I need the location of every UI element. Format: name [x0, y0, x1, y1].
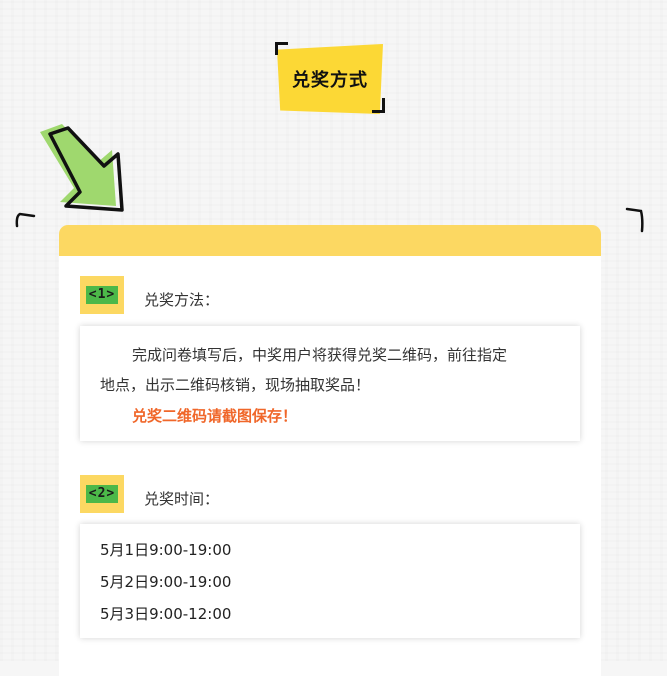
section-label-method: 兑奖方法：: [144, 291, 220, 309]
section-label-time: 兑奖时间：: [144, 490, 220, 508]
arrow-pointer-icon: [40, 124, 124, 212]
time-line: 5月2日9:00-19:00: [100, 573, 232, 591]
method-line-1: 完成问卷填写后，中奖用户将获得兑奖二维码，前往指定: [132, 346, 508, 364]
right-bracket-mark: [625, 207, 644, 233]
section-number-badge: <1>: [80, 276, 124, 314]
method-highlight: 兑奖二维码请截图保存！: [132, 407, 298, 425]
section-number-badge: <2>: [80, 475, 124, 513]
title-corner-bottom-right: [372, 98, 385, 113]
card-header: [59, 225, 601, 257]
time-box: 5月1日9:00-19:00 5月2日9:00-19:00 5月3日9:00-1…: [80, 524, 580, 638]
page-title: 兑奖方式: [292, 70, 368, 91]
section-number: <1>: [85, 286, 119, 304]
time-line: 5月3日9:00-12:00: [100, 605, 232, 623]
title-badge: 兑奖方式: [277, 44, 383, 114]
title-corner-top-left: [275, 42, 288, 55]
method-line-2: 地点，出示二维码核销，现场抽取奖品！: [100, 376, 371, 394]
time-line: 5月1日9:00-19:00: [100, 541, 232, 559]
method-box: 完成问卷填写后，中奖用户将获得兑奖二维码，前往指定 地点，出示二维码核销，现场抽…: [80, 326, 580, 441]
section-number: <2>: [85, 485, 119, 503]
